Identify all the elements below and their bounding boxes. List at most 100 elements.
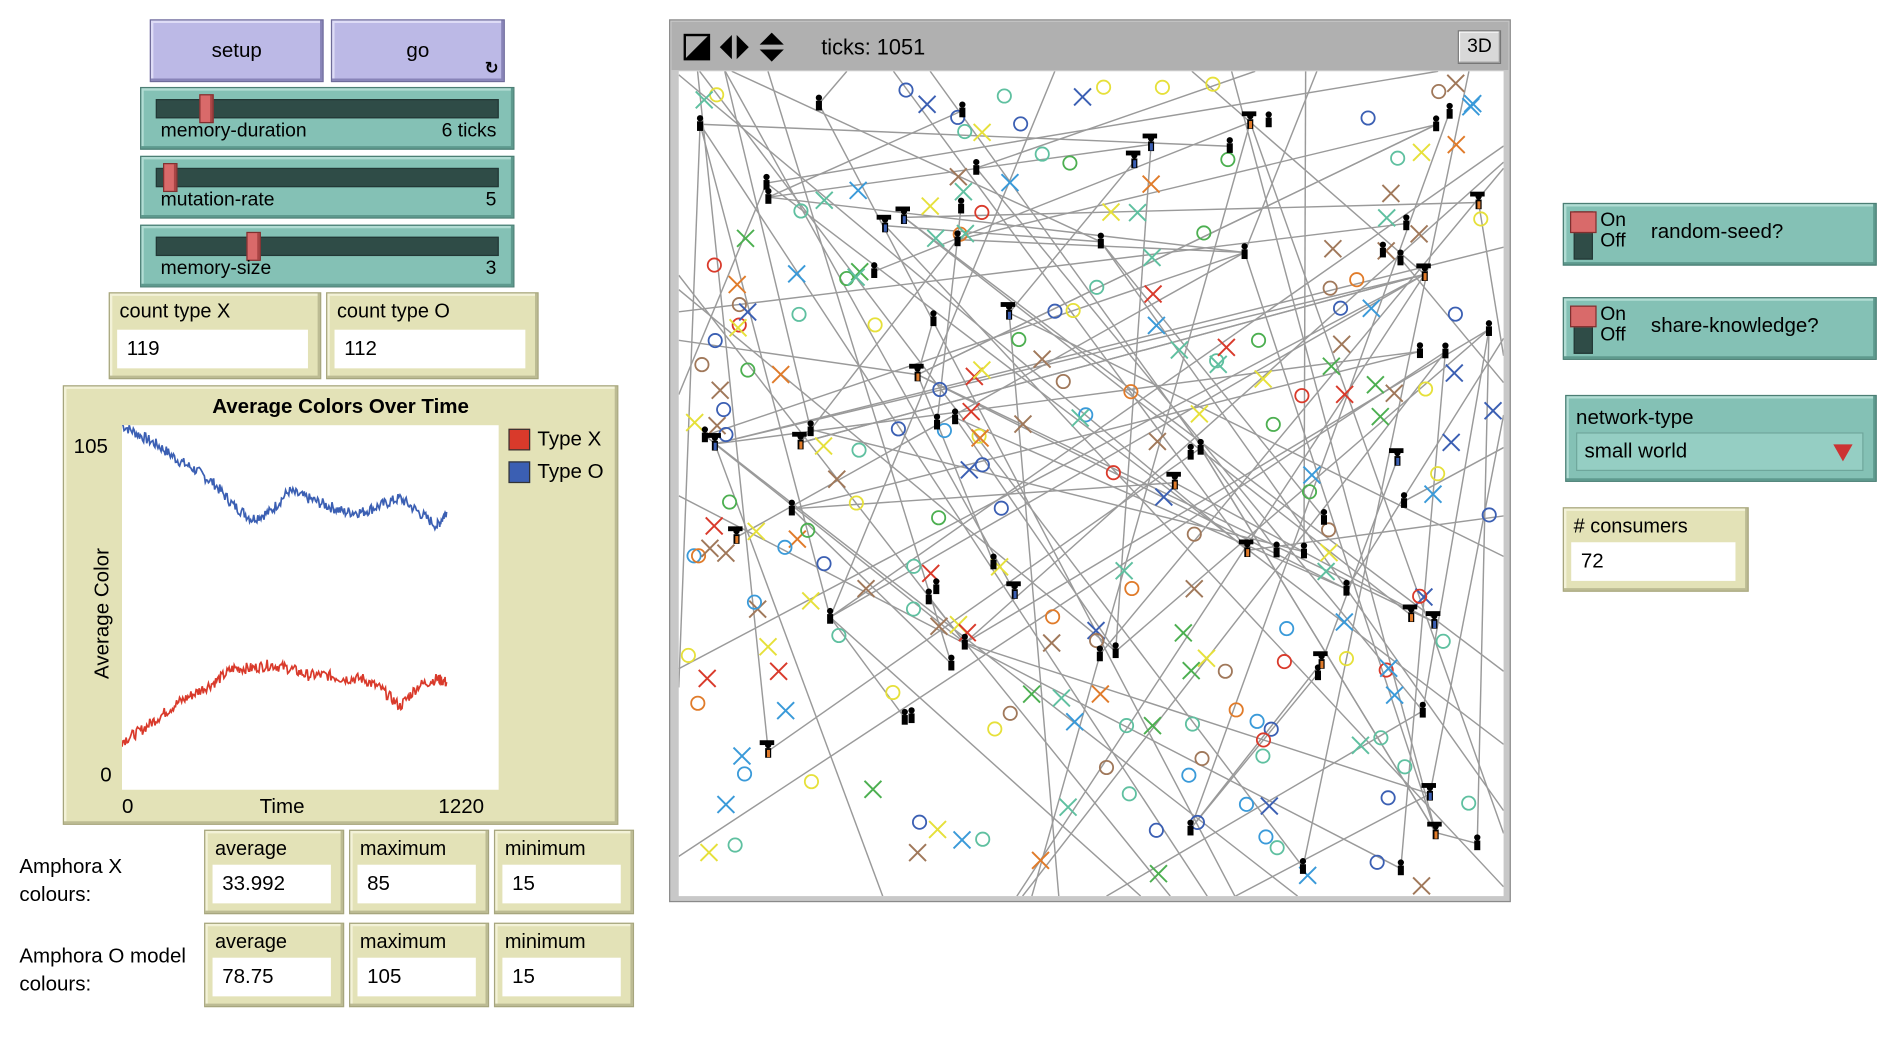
amphora-o-marker [694,357,710,373]
amphora-o-marker [931,510,947,526]
amphora-o-marker [1196,225,1212,241]
setup-button[interactable]: setup [149,19,324,83]
amphora-x-marker [1073,87,1092,107]
world-canvas[interactable] [678,71,1504,897]
slider-knob[interactable] [199,94,214,124]
chooser-select[interactable]: small world [1576,432,1864,472]
network-link [964,161,1504,644]
network-link [1249,121,1504,834]
amphora-o-marker [1255,748,1271,764]
amphora-x-marker [1154,487,1173,507]
amphora-o-marker [1184,716,1201,732]
consumer-person-icon [1400,492,1408,508]
network-link [678,289,1117,652]
forever-icon: ↻ [484,57,499,78]
network-link [714,350,1421,445]
monitor-count-type-o: count type O 112 [326,292,539,380]
consumer-person-icon [1299,858,1307,874]
plot-xlabel: Time [259,794,305,818]
legend-item-type-x: Type X [508,428,601,452]
network-link [916,374,995,563]
amphora-o-marker [1431,83,1447,100]
switch-knob[interactable] [1570,211,1597,234]
amphora-x-marker [1412,876,1431,896]
amphora-x-marker [1128,203,1147,222]
network-link [714,443,884,897]
amphora-o-marker [1250,332,1267,348]
amphora-o-marker [1148,822,1164,838]
dropdown-arrow-icon[interactable] [1833,444,1853,462]
amphora-o-marker [1249,713,1265,729]
amphora-o-marker [1217,663,1233,679]
chooser-network-type[interactable]: network-type small world [1565,394,1877,482]
plot-background [121,425,499,790]
consumer-person-icon [990,553,997,570]
network-link [1345,337,1504,590]
consumer-person-icon [871,262,878,278]
consumer-person-icon [925,588,932,605]
amphora-o-marker [1321,522,1337,538]
monitor-value: 33.992 [212,864,331,904]
view-control-icons[interactable] [683,32,790,64]
amphora-x-marker [1190,404,1209,424]
amphora-x-marker [954,182,973,201]
legend-swatch [508,461,531,484]
network-link [903,201,1479,219]
switch-random-seed[interactable]: On Off random-seed? [1562,202,1877,266]
consumer-person-icon [1300,542,1308,559]
amphora-o-marker [1045,609,1061,625]
slider-memory-size[interactable]: memory-size 3 [140,224,515,288]
network-link [1303,71,1307,552]
amphora-x-marker [769,662,788,681]
amphora-x-marker [921,196,940,216]
consumer-person-icon [959,101,966,118]
go-button[interactable]: go ↻ [330,19,505,83]
slider-track[interactable] [155,236,499,257]
slider-label: memory-duration [160,120,307,142]
amphora-o-marker [974,204,990,220]
network-link [829,616,1142,897]
network-link [678,74,1248,551]
consumer-person-icon [1226,137,1233,153]
amphora-x-marker [1058,798,1078,817]
consumer-person-icon [1006,581,1021,599]
amphora-o-marker [1447,306,1463,322]
network-link [678,339,918,376]
slider-mutation-rate[interactable]: mutation-rate 5 [140,155,515,219]
ticks-readout: ticks: 1051 [821,35,926,60]
plot-title: Average Colors Over Time [212,394,469,418]
amphora-x-marker [1442,433,1461,452]
switch-knob[interactable] [1570,305,1597,328]
slider-value: 6 ticks [441,120,497,142]
slider-track[interactable] [155,167,499,188]
slider-memory-duration[interactable]: memory-duration 6 ticks [140,86,515,150]
amphora-o-marker [1430,466,1446,482]
consumer-person-icon [826,607,834,624]
amphora-x-marker [1366,375,1385,394]
amphora-x-marker [695,90,714,109]
consumer-person-icon [1112,642,1119,659]
amphora-x-marker [1141,174,1161,194]
network-link [731,71,1102,243]
consumer-person-icon [901,708,908,725]
amphora-o-marker [816,556,832,572]
consumer-person-icon [792,431,807,450]
consumer-person-icon [957,197,965,214]
legend-item-type-o: Type O [508,460,604,484]
network-link [699,124,831,618]
amphora-x-marker [846,267,866,287]
amphora-x-marker [1381,184,1401,203]
slider-knob[interactable] [245,231,261,261]
slider-knob[interactable] [162,163,177,193]
amphora-x-marker [814,436,833,456]
amphora-o-marker [1011,331,1027,348]
plot-ylabel: Average Color [90,548,114,679]
3d-button[interactable]: 3D [1457,30,1502,65]
amphora-o-marker [718,426,734,443]
amphora-x-marker [917,95,937,114]
monitor-label: # consumers [1573,515,1688,538]
consumer-person-icon [1397,249,1404,266]
consumer-person-icon [1096,645,1103,662]
plot-average-colors: Average Colors Over Time 105 0 Average C… [62,385,619,825]
switch-share-knowledge[interactable]: On Off share-knowledge? [1562,297,1877,360]
